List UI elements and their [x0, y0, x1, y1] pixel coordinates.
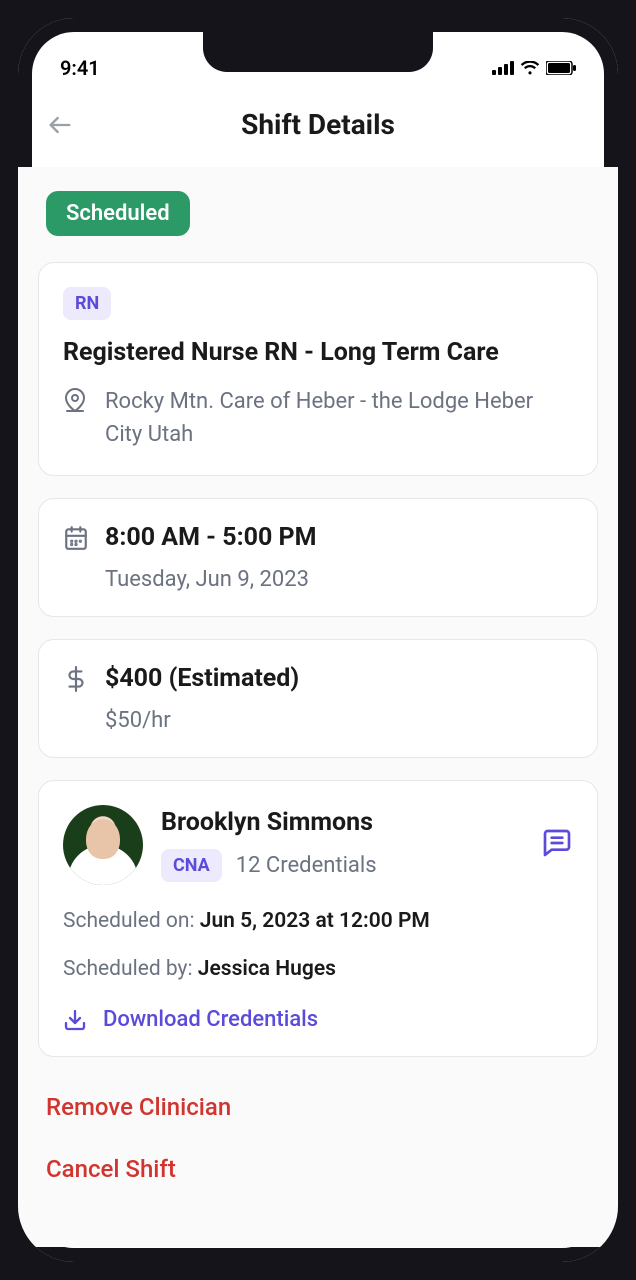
location-text: Rocky Mtn. Care of Heber - the Lodge Heb…	[105, 385, 573, 451]
role-pill: RN	[63, 287, 111, 320]
job-title: Registered Nurse RN - Long Term Care	[63, 338, 573, 367]
time-range: 8:00 AM - 5:00 PM	[105, 523, 317, 552]
time-date: Tuesday, Jun 9, 2023	[105, 567, 573, 592]
nav-bar: Shift Details	[18, 88, 618, 167]
status-indicators	[492, 61, 576, 75]
status-badge: Scheduled	[46, 191, 190, 236]
pay-total: $400 (Estimated)	[105, 664, 299, 693]
wifi-icon	[520, 61, 540, 75]
remove-clinician-button[interactable]: Remove Clinician	[38, 1079, 598, 1145]
download-icon	[63, 1008, 87, 1032]
scheduled-by: Scheduled by: Jessica Huges	[63, 957, 573, 981]
credential-count: 12 Credentials	[236, 853, 377, 878]
battery-icon	[546, 61, 576, 75]
page-title: Shift Details	[241, 108, 395, 141]
clinician-card: Brooklyn Simmons CNA 12 Credentials Sche…	[38, 780, 598, 1057]
download-label: Download Credentials	[103, 1007, 318, 1032]
device-notch	[203, 32, 433, 72]
job-card: RN Registered Nurse RN - Long Term Care …	[38, 262, 598, 476]
download-credentials-button[interactable]: Download Credentials	[63, 1007, 573, 1032]
clinician-name: Brooklyn Simmons	[161, 808, 377, 837]
avatar	[63, 805, 143, 885]
calendar-icon	[63, 525, 91, 555]
chat-button[interactable]	[541, 827, 573, 863]
scheduled-on: Scheduled on: Jun 5, 2023 at 12:00 PM	[63, 909, 573, 933]
pay-rate: $50/hr	[105, 708, 573, 733]
cellular-icon	[492, 61, 514, 75]
dollar-icon	[63, 666, 91, 696]
arrow-left-icon	[46, 111, 74, 139]
time-card: 8:00 AM - 5:00 PM Tuesday, Jun 9, 2023	[38, 498, 598, 617]
back-button[interactable]	[46, 111, 74, 139]
pin-icon	[63, 387, 91, 417]
cancel-shift-button[interactable]: Cancel Shift	[38, 1145, 598, 1207]
chat-icon	[541, 827, 573, 859]
status-time: 9:41	[60, 56, 100, 80]
clinician-role-pill: CNA	[161, 849, 222, 882]
pay-card: $400 (Estimated) $50/hr	[38, 639, 598, 758]
